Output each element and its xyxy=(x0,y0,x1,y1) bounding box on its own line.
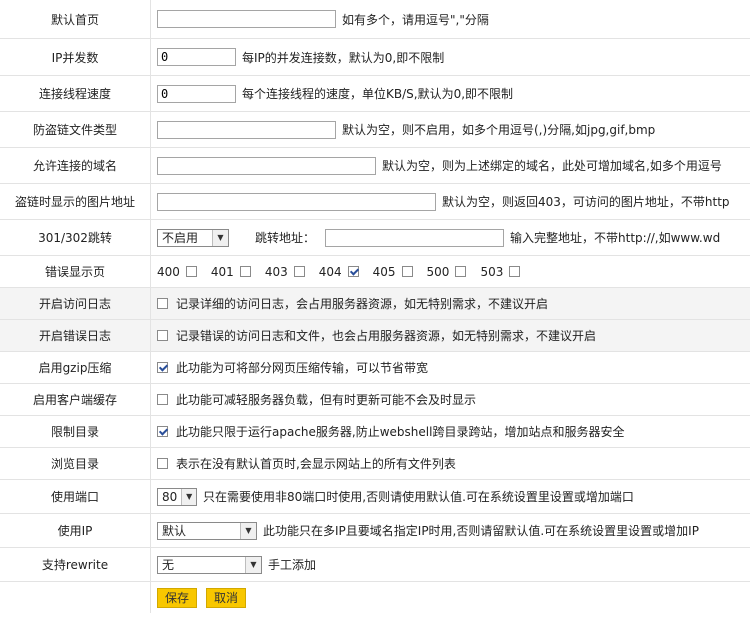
chevron-down-icon: ▼ xyxy=(240,522,256,539)
row-hotlink-image: 盗链时显示的图片地址 默认为空，则返回403，可访问的图片地址，不带http xyxy=(0,184,750,220)
label-use-ip: 使用IP xyxy=(0,514,151,547)
desc-browse-dir: 表示在没有默认首页时,会显示网站上的所有文件列表 xyxy=(176,457,456,471)
hotlink-types-input[interactable] xyxy=(157,120,336,139)
error-code-400: 400 xyxy=(157,265,205,279)
label-hotlink-types: 防盗链文件类型 xyxy=(0,112,151,147)
row-gzip: 启用gzip压缩 此功能为可将部分网页压缩传输，可以节省带宽 xyxy=(0,352,750,384)
error-log-checkbox[interactable] xyxy=(157,330,168,341)
row-access-log: 开启访问日志 记录详细的访问日志，会占用服务器资源，如无特别需求，不建议开启 xyxy=(0,288,750,320)
label-client-cache: 启用客户端缓存 xyxy=(0,384,151,415)
error-code-405: 405 xyxy=(373,265,421,279)
chevron-down-icon: ▼ xyxy=(212,229,228,246)
chevron-down-icon: ▼ xyxy=(181,488,196,505)
error-code-403: 403 xyxy=(265,265,313,279)
default-page-input[interactable] xyxy=(157,10,336,28)
error-code-checkbox[interactable] xyxy=(509,266,521,277)
cancel-button[interactable]: 取消 xyxy=(206,587,247,608)
hint-use-ip: 此功能只在多IP且要域名指定IP时用,否则请留默认值.可在系统设置里设置或增加I… xyxy=(263,524,699,538)
error-code-label: 404 xyxy=(318,264,342,279)
error-code-checkbox[interactable] xyxy=(347,266,359,277)
error-code-checkbox[interactable] xyxy=(185,266,197,277)
error-code-checkbox[interactable] xyxy=(293,266,305,277)
label-ip-concurrency: IP并发数 xyxy=(0,39,151,75)
row-client-cache: 启用客户端缓存 此功能可减轻服务器负载，但有时更新可能不会及时显示 xyxy=(0,384,750,416)
row-rewrite: 支持rewrite 无 ▼ 手工添加 xyxy=(0,548,750,582)
error-code-503: 503 xyxy=(480,265,528,279)
label-port: 使用端口 xyxy=(0,480,151,513)
browse-dir-checkbox[interactable] xyxy=(157,458,168,469)
error-code-checkbox[interactable] xyxy=(455,266,467,277)
redirect-addr-input[interactable] xyxy=(325,228,505,247)
error-code-label: 503 xyxy=(480,264,504,279)
error-code-checkbox[interactable] xyxy=(239,266,251,277)
hint-default-page: 如有多个，请用逗号","分隔 xyxy=(342,12,489,27)
chevron-down-icon: ▼ xyxy=(245,556,261,573)
desc-gzip: 此功能为可将部分网页压缩传输，可以节省带宽 xyxy=(176,361,429,375)
row-thread-speed: 连接线程速度 每个连接线程的速度，单位KB/S,默认为0,即不限制 xyxy=(0,76,750,112)
label-rewrite: 支持rewrite xyxy=(0,548,151,581)
hint-ip-concurrency: 每IP的并发连接数，默认为0,即不限制 xyxy=(242,50,445,65)
gzip-checkbox[interactable] xyxy=(157,362,168,373)
label-error-log: 开启错误日志 xyxy=(0,320,151,351)
label-thread-speed: 连接线程速度 xyxy=(0,76,151,111)
redirect-addr-label: 跳转地址： xyxy=(255,231,316,245)
label-hotlink-image: 盗链时显示的图片地址 xyxy=(0,184,151,219)
label-error-pages: 错误显示页 xyxy=(0,256,151,287)
label-allowed-domains: 允许连接的域名 xyxy=(0,148,151,183)
hint-allowed-domains: 默认为空，则为上述绑定的域名，此处可增加域名,如多个用逗号 xyxy=(382,159,722,173)
access-log-checkbox[interactable] xyxy=(157,298,168,309)
row-error-log: 开启错误日志 记录错误的访问日志和文件，也会占用服务器资源，如无特别需求，不建议… xyxy=(0,320,750,352)
error-code-label: 400 xyxy=(157,264,180,279)
error-code-label: 500 xyxy=(426,264,450,279)
error-code-checkbox[interactable] xyxy=(401,266,413,277)
row-use-ip: 使用IP 默认 ▼ 此功能只在多IP且要域名指定IP时用,否则请留默认值.可在系… xyxy=(0,514,750,548)
restrict-dir-checkbox[interactable] xyxy=(157,426,168,437)
row-allowed-domains: 允许连接的域名 默认为空，则为上述绑定的域名，此处可增加域名,如多个用逗号 xyxy=(0,148,750,184)
row-port: 使用端口 80 ▼ 只在需要使用非80端口时使用,否则请使用默认值.可在系统设置… xyxy=(0,480,750,514)
label-redirect: 301/302跳转 xyxy=(0,220,151,255)
hint-thread-speed: 每个连接线程的速度，单位KB/S,默认为0,即不限制 xyxy=(242,87,514,101)
row-ip-concurrency: IP并发数 每IP的并发连接数，默认为0,即不限制 xyxy=(0,39,750,76)
row-redirect: 301/302跳转 不启用 ▼ 跳转地址： 输入完整地址，不带http://,如… xyxy=(0,220,750,256)
row-hotlink-types: 防盗链文件类型 默认为空，则不启用，如多个用逗号(,)分隔,如jpg,gif,b… xyxy=(0,112,750,148)
save-button[interactable]: 保存 xyxy=(157,587,198,608)
hint-hotlink-types: 默认为空，则不启用，如多个用逗号(,)分隔,如jpg,gif,bmp xyxy=(342,123,656,137)
ip-concurrency-input[interactable] xyxy=(157,48,236,66)
hint-hotlink-image: 默认为空，则返回403，可访问的图片地址，不带http xyxy=(442,195,730,209)
error-code-label: 401 xyxy=(210,264,234,279)
label-default-page: 默认首页 xyxy=(0,0,151,38)
rewrite-select[interactable]: 无 ▼ xyxy=(157,555,262,574)
error-code-label: 405 xyxy=(372,264,396,279)
error-code-500: 500 xyxy=(427,265,475,279)
redirect-type-select[interactable]: 不启用 ▼ xyxy=(157,228,229,247)
row-error-pages: 错误显示页 400 401 403 404 405 500 503 xyxy=(0,256,750,288)
error-code-404: 404 xyxy=(319,265,367,279)
error-codes: 400 401 403 404 405 500 503 xyxy=(151,256,750,287)
site-settings-form: 默认首页 如有多个，请用逗号","分隔 IP并发数 每IP的并发连接数，默认为0… xyxy=(0,0,750,613)
hint-rewrite: 手工添加 xyxy=(268,558,317,572)
thread-speed-input[interactable] xyxy=(157,84,236,103)
label-access-log: 开启访问日志 xyxy=(0,288,151,319)
port-select[interactable]: 80 ▼ xyxy=(157,487,197,506)
label-gzip: 启用gzip压缩 xyxy=(0,352,151,383)
hotlink-image-input[interactable] xyxy=(157,192,436,211)
desc-error-log: 记录错误的访问日志和文件，也会占用服务器资源，如无特别需求，不建议开启 xyxy=(176,329,597,343)
client-cache-checkbox[interactable] xyxy=(157,394,168,405)
error-code-401: 401 xyxy=(211,265,259,279)
label-restrict-dir: 限制目录 xyxy=(0,416,151,447)
row-default-page: 默认首页 如有多个，请用逗号","分隔 xyxy=(0,0,750,39)
desc-restrict-dir: 此功能只限于运行apache服务器,防止webshell跨目录跨站，增加站点和服… xyxy=(176,425,625,439)
row-restrict-dir: 限制目录 此功能只限于运行apache服务器,防止webshell跨目录跨站，增… xyxy=(0,416,750,448)
row-browse-dir: 浏览目录 表示在没有默认首页时,会显示网站上的所有文件列表 xyxy=(0,448,750,480)
row-actions: 保存 取消 xyxy=(0,582,750,613)
hint-redirect: 输入完整地址，不带http://,如www.wd xyxy=(510,231,721,245)
hint-port: 只在需要使用非80端口时使用,否则请使用默认值.可在系统设置里设置或增加端口 xyxy=(203,490,634,504)
ip-select[interactable]: 默认 ▼ xyxy=(157,521,257,540)
desc-client-cache: 此功能可减轻服务器负载，但有时更新可能不会及时显示 xyxy=(176,393,477,407)
error-code-label: 403 xyxy=(264,264,288,279)
label-browse-dir: 浏览目录 xyxy=(0,448,151,479)
desc-access-log: 记录详细的访问日志，会占用服务器资源，如无特别需求，不建议开启 xyxy=(176,297,549,311)
allowed-domains-input[interactable] xyxy=(157,156,376,175)
